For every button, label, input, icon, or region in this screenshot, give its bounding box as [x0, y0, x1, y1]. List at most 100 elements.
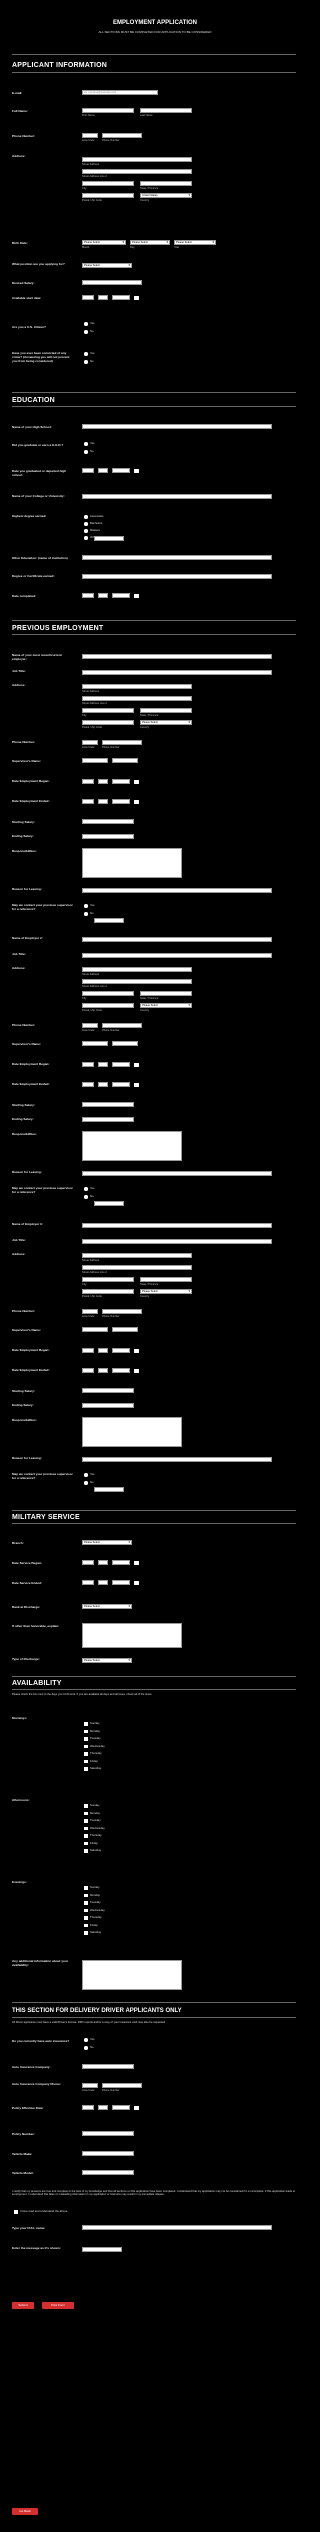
applicant-address-city[interactable] — [82, 181, 134, 186]
employer2-began-year[interactable] — [112, 1062, 130, 1067]
afternoons-sunday-checkbox[interactable] — [84, 1804, 88, 1808]
employer1-address-country[interactable]: Please Select — [140, 720, 192, 725]
policy-date-month[interactable] — [82, 2105, 94, 2110]
employer1-contact-yes-radio[interactable] — [84, 904, 88, 908]
employer1-began-year[interactable] — [112, 779, 130, 784]
employer3-contact-yes-radio[interactable] — [84, 1473, 88, 1477]
service-began-day[interactable] — [98, 1560, 108, 1565]
insurance-phone-input[interactable] — [102, 2083, 142, 2088]
employer1-ended-month[interactable] — [82, 799, 94, 804]
service-began-calendar-icon[interactable] — [134, 1560, 139, 1565]
mornings-tuesday-checkbox[interactable] — [84, 1737, 88, 1741]
afternoons-thursday-checkbox[interactable] — [84, 1834, 88, 1838]
employer2-ended-year[interactable] — [112, 1082, 130, 1087]
type-name-input[interactable] — [82, 2225, 272, 2230]
employer1-address-zip[interactable] — [82, 720, 134, 725]
date-completed-calendar-icon[interactable] — [134, 593, 139, 598]
other-education-input[interactable] — [82, 555, 272, 560]
certificate-input[interactable] — [82, 574, 272, 579]
evenings-saturday-checkbox[interactable] — [84, 1931, 88, 1935]
birth-day-select[interactable]: Please Select — [130, 240, 170, 245]
employer1-began-calendar-icon[interactable] — [134, 779, 139, 784]
employer2-reason-input[interactable] — [82, 1171, 272, 1176]
employer3-contact-other[interactable] — [94, 1487, 124, 1492]
employer3-supervisor-first[interactable] — [82, 1327, 108, 1332]
citizen-no-radio[interactable] — [84, 330, 88, 334]
felony-yes-radio[interactable] — [84, 352, 88, 356]
degree-bachelors-radio[interactable] — [84, 522, 88, 526]
start-date-year[interactable] — [112, 295, 130, 300]
employer3-contact-no-radio[interactable] — [84, 1481, 88, 1485]
employer2-resp-textarea[interactable] — [82, 1131, 182, 1161]
afternoons-saturday-checkbox[interactable] — [84, 1849, 88, 1853]
start-date-calendar-icon[interactable] — [134, 295, 139, 300]
service-began-year[interactable] — [112, 1560, 130, 1565]
hs-grad-no-radio[interactable] — [84, 450, 88, 454]
vehicle-make-input[interactable] — [82, 2151, 134, 2156]
evenings-monday-checkbox[interactable] — [84, 1893, 88, 1897]
employer2-ended-calendar-icon[interactable] — [134, 1082, 139, 1087]
mornings-saturday-checkbox[interactable] — [84, 1767, 88, 1771]
discharge-type-select[interactable]: Please Select — [82, 1658, 132, 1663]
employer2-began-calendar-icon[interactable] — [134, 1062, 139, 1067]
employer1-phone-input[interactable] — [102, 740, 142, 745]
employer3-address-state[interactable] — [140, 1277, 192, 1282]
insurance-company-input[interactable] — [82, 2064, 134, 2069]
position-select[interactable]: Please Select — [82, 263, 132, 268]
employer2-ended-month[interactable] — [82, 1082, 94, 1087]
hs-date-month[interactable] — [82, 468, 94, 473]
applicant-address-street2[interactable] — [82, 169, 192, 174]
employer2-began-day[interactable] — [98, 1062, 108, 1067]
evenings-thursday-checkbox[interactable] — [84, 1916, 88, 1920]
evenings-sunday-checkbox[interactable] — [84, 1886, 88, 1890]
area-code-input[interactable] — [82, 133, 98, 138]
employer1-contact-other[interactable] — [94, 918, 124, 923]
employer1-began-month[interactable] — [82, 779, 94, 784]
employer1-supervisor-first[interactable] — [82, 758, 108, 763]
service-ended-month[interactable] — [82, 1580, 94, 1585]
employer1-began-day[interactable] — [98, 779, 108, 784]
employer3-address-zip[interactable] — [82, 1289, 134, 1294]
employer3-resp-textarea[interactable] — [82, 1417, 182, 1447]
employer1-address-state[interactable] — [140, 708, 192, 713]
hs-grad-yes-radio[interactable] — [84, 442, 88, 446]
employer2-name-input[interactable] — [82, 937, 272, 942]
afternoons-monday-checkbox[interactable] — [84, 1811, 88, 1815]
employer3-supervisor-last[interactable] — [112, 1327, 138, 1332]
applicant-address-zip[interactable] — [82, 193, 134, 198]
employer2-address-street[interactable] — [82, 967, 192, 972]
employer1-name-input[interactable] — [82, 654, 272, 659]
phone-input[interactable] — [102, 133, 142, 138]
submit-button[interactable]: Submit — [12, 2302, 34, 2309]
employer2-address-city[interactable] — [82, 991, 134, 996]
insurance-yes-radio[interactable] — [84, 2038, 88, 2042]
birth-month-select[interactable]: Please Select — [82, 240, 126, 245]
email-input[interactable]: ex: myname@example.com — [82, 90, 158, 95]
applicant-address-state[interactable] — [140, 181, 192, 186]
date-completed-month[interactable] — [82, 593, 94, 598]
employer2-area-input[interactable] — [82, 1023, 98, 1028]
college-input[interactable] — [82, 494, 272, 499]
degree-other-radio[interactable] — [84, 536, 88, 540]
employer3-ended-calendar-icon[interactable] — [134, 1368, 139, 1373]
employer3-reason-input[interactable] — [82, 1457, 272, 1462]
employer2-ended-day[interactable] — [98, 1082, 108, 1087]
employer2-contact-no-radio[interactable] — [84, 1195, 88, 1199]
felony-no-radio[interactable] — [84, 360, 88, 364]
policy-date-calendar-icon[interactable] — [134, 2105, 139, 2110]
insurance-no-radio[interactable] — [84, 2046, 88, 2050]
employer2-job-input[interactable] — [82, 953, 272, 958]
insurance-area-input[interactable] — [82, 2083, 98, 2088]
mornings-sunday-checkbox[interactable] — [84, 1722, 88, 1726]
employer1-ended-day[interactable] — [98, 799, 108, 804]
honorable-textarea[interactable] — [82, 1623, 182, 1648]
vehicle-model-input[interactable] — [82, 2170, 134, 2175]
hs-date-year[interactable] — [112, 468, 130, 473]
policy-date-year[interactable] — [112, 2105, 130, 2110]
mornings-thursday-checkbox[interactable] — [84, 1752, 88, 1756]
print-button[interactable]: Print Form — [42, 2302, 74, 2309]
service-ended-day[interactable] — [98, 1580, 108, 1585]
employer3-address-country[interactable]: Please Select — [140, 1289, 192, 1294]
service-began-month[interactable] — [82, 1560, 94, 1565]
high-school-input[interactable] — [82, 424, 272, 429]
